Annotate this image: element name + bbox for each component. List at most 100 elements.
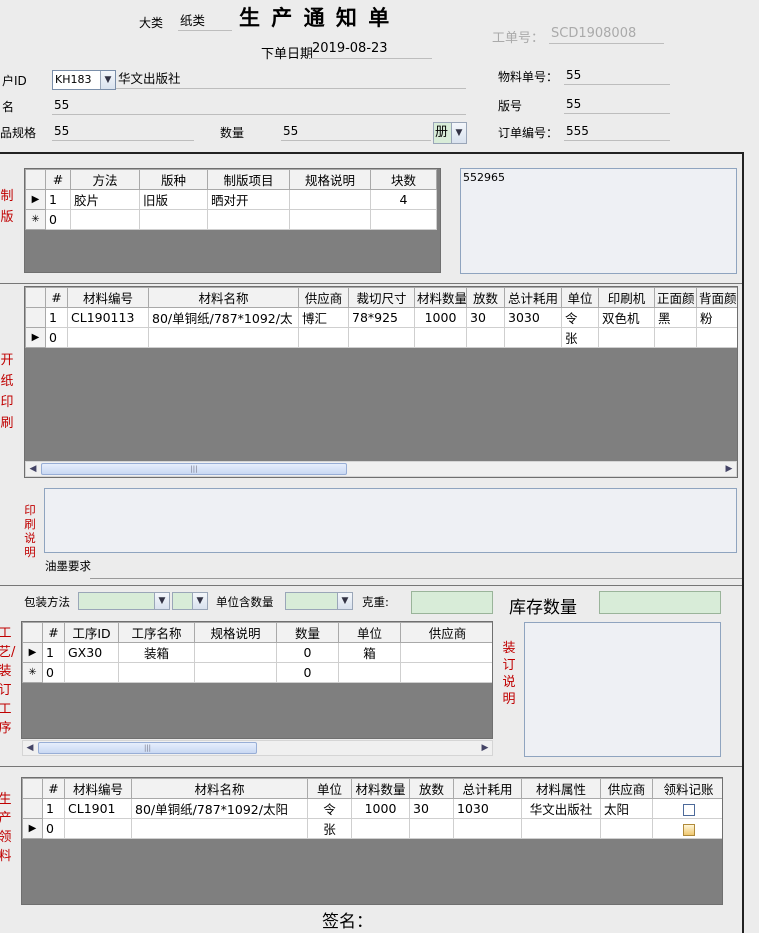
cell[interactable]: 张 (561, 327, 599, 348)
cell[interactable]: 张 (307, 818, 352, 839)
cell[interactable]: 旧版 (139, 189, 208, 210)
unit-select[interactable]: 册 ▼ (433, 122, 467, 144)
cell[interactable] (351, 818, 410, 839)
column-header[interactable]: 材料数量 (414, 287, 467, 308)
cell[interactable]: 0 (276, 642, 339, 663)
cell[interactable]: 1 (42, 798, 65, 819)
cell[interactable] (131, 818, 308, 839)
column-header[interactable]: 放数 (466, 287, 505, 308)
cell[interactable]: 粉 (696, 307, 737, 328)
unit-qty-select[interactable]: ▼ (285, 592, 353, 610)
column-header[interactable]: 工序名称 (118, 622, 195, 643)
column-header[interactable]: 放数 (409, 778, 454, 799)
cell[interactable]: CL190113 (67, 307, 149, 328)
scroll-thumb[interactable]: ||| (41, 463, 347, 475)
cell[interactable] (139, 209, 208, 230)
cell[interactable]: 1000 (414, 307, 467, 328)
chevron-down-icon[interactable]: ▼ (100, 71, 115, 89)
cell[interactable]: 0 (45, 209, 71, 230)
chevron-down-icon[interactable]: ▼ (154, 593, 169, 609)
material-grid[interactable]: # 材料编号 材料名称 单位 材料数量 放数 总计耗用 材料属性 供应商 领料记… (21, 777, 723, 905)
cell[interactable] (400, 642, 492, 663)
print-note-memo[interactable] (44, 488, 737, 553)
column-header[interactable]: 规格说明 (194, 622, 277, 643)
cell[interactable]: 胶片 (70, 189, 140, 210)
cell[interactable] (338, 662, 401, 683)
customer-id-select[interactable]: KH183 ▼ (52, 70, 116, 90)
plate-memo[interactable]: 552965 (460, 168, 737, 274)
row-selector[interactable]: ▶ (25, 189, 46, 210)
cell[interactable]: 78*925 (348, 307, 415, 328)
column-header[interactable]: 总计耗用 (453, 778, 522, 799)
column-header[interactable]: 块数 (370, 169, 437, 190)
row-selector[interactable]: ▶ (22, 818, 43, 839)
cell[interactable]: 1030 (453, 798, 522, 819)
cell[interactable] (148, 327, 299, 348)
cell[interactable]: 令 (307, 798, 352, 819)
column-header[interactable]: 领料记账 (652, 778, 722, 799)
table-row[interactable]: 1 CL190113 80/单铜纸/787*1092/太 博汇 78*925 1000 30… (25, 307, 737, 328)
cell[interactable]: 30 (409, 798, 454, 819)
table-row[interactable]: ✳ 0 (25, 209, 437, 230)
column-header[interactable]: 材料编号 (67, 287, 149, 308)
row-selector[interactable]: ▶ (22, 642, 43, 663)
column-header[interactable]: 材料名称 (131, 778, 308, 799)
cell[interactable] (194, 662, 277, 683)
cell[interactable] (67, 327, 149, 348)
cell[interactable] (70, 209, 140, 230)
cell[interactable] (598, 327, 655, 348)
table-row[interactable]: ▶ 1 GX30 装箱 0 箱 (22, 642, 492, 663)
scroll-right-icon[interactable]: ▶ (723, 463, 735, 475)
cell[interactable] (370, 209, 437, 230)
cell[interactable]: 3030 (504, 307, 562, 328)
cell[interactable] (118, 662, 195, 683)
cell[interactable] (348, 327, 415, 348)
scroll-left-icon[interactable]: ◀ (24, 742, 36, 754)
table-row[interactable]: 1 CL1901 80/单铜纸/787*1092/太阳令 1000 30 1030 华文出版… (22, 798, 722, 819)
stock-field[interactable] (599, 591, 721, 614)
cell[interactable] (453, 818, 522, 839)
table-row[interactable]: ▶ 1 胶片 旧版 晒对开 4 (25, 189, 437, 210)
category-field[interactable]: 纸类 (178, 13, 232, 31)
row-selector[interactable] (22, 798, 43, 819)
cell[interactable]: 0 (42, 818, 65, 839)
cell[interactable] (64, 818, 132, 839)
order-no-field[interactable]: 555 (564, 123, 670, 141)
plate-grid[interactable]: # 方法 版种 制版项目 规格说明 块数 ▶ 1 胶片 旧版 晒对开 4 ✳ 0 (24, 168, 441, 273)
material-no-field[interactable]: 55 (564, 67, 670, 85)
column-header[interactable]: 印刷机 (598, 287, 655, 308)
weight-field[interactable] (411, 591, 493, 614)
cell[interactable] (654, 327, 697, 348)
column-header[interactable]: 背面颜 (696, 287, 737, 308)
row-selector[interactable]: ▶ (25, 327, 46, 348)
pack-sub-select[interactable]: ▼ (172, 592, 208, 610)
binding-hscrollbar[interactable]: ◀ ||| ▶ (22, 740, 493, 756)
date-field[interactable]: 2019-08-23 (310, 41, 432, 59)
cell[interactable] (521, 818, 601, 839)
column-header[interactable]: 总计耗用 (504, 287, 562, 308)
column-header[interactable]: 材料名称 (148, 287, 299, 308)
cell[interactable]: 30 (466, 307, 505, 328)
cell[interactable]: 0 (42, 662, 65, 683)
cell[interactable] (400, 662, 492, 683)
cell[interactable] (600, 818, 653, 839)
qty-field[interactable]: 55 (281, 123, 431, 141)
cell[interactable]: 博汇 (298, 307, 349, 328)
cell[interactable] (409, 818, 454, 839)
cell[interactable]: 双色机 (598, 307, 655, 328)
column-header[interactable]: 版种 (139, 169, 208, 190)
checkbox[interactable] (682, 823, 695, 836)
column-header[interactable]: 制版项目 (207, 169, 290, 190)
cell[interactable]: 80/单铜纸/787*1092/太阳 (131, 798, 308, 819)
column-header[interactable]: 单位 (307, 778, 352, 799)
column-header[interactable]: # (45, 169, 71, 190)
cell[interactable] (652, 818, 722, 839)
cell[interactable] (194, 642, 277, 663)
table-row[interactable]: ✳ 0 0 (22, 662, 492, 683)
cell[interactable]: 1 (45, 189, 71, 210)
name-field[interactable]: 55 (52, 97, 466, 115)
cell[interactable]: 令 (561, 307, 599, 328)
cell[interactable]: 80/单铜纸/787*1092/太 (148, 307, 299, 328)
cell[interactable]: GX30 (64, 642, 119, 663)
customer-name-field[interactable]: 华文出版社 (116, 71, 466, 89)
